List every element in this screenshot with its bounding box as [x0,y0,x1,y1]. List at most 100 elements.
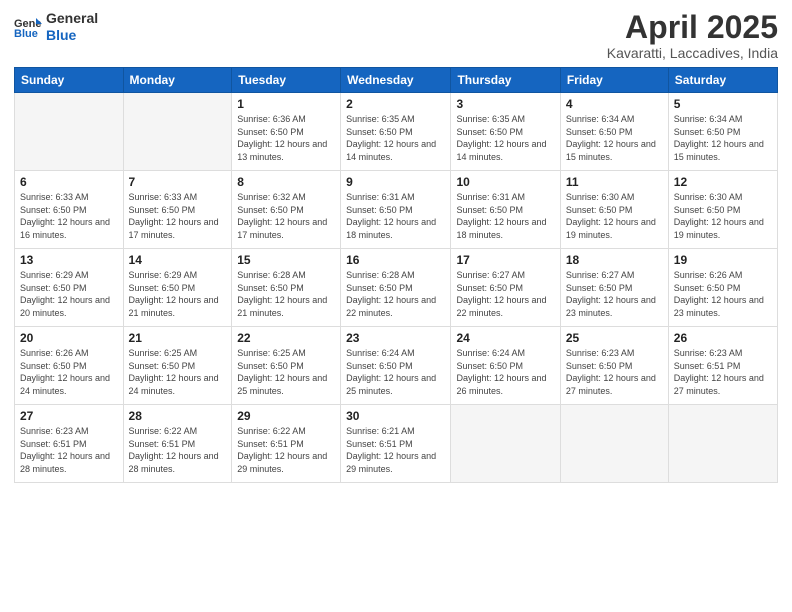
day-number: 22 [237,331,335,345]
day-number: 27 [20,409,118,423]
day-info: Sunrise: 6:24 AMSunset: 6:50 PMDaylight:… [456,347,554,397]
day-number: 29 [237,409,335,423]
day-info: Sunrise: 6:22 AMSunset: 6:51 PMDaylight:… [129,425,227,475]
calendar-cell: 11Sunrise: 6:30 AMSunset: 6:50 PMDayligh… [560,171,668,249]
calendar-title: April 2025 [607,10,778,45]
calendar-cell: 9 Sunrise: 6:31 AMSunset: 6:50 PMDaylight… [341,171,451,249]
calendar-cell [668,405,777,483]
day-info: Sunrise: 6:26 AMSunset: 6:50 PMDaylight:… [20,347,118,397]
calendar-cell: 10Sunrise: 6:31 AMSunset: 6:50 PMDayligh… [451,171,560,249]
day-number: 13 [20,253,118,267]
week-row-5: 27 Sunrise: 6:23 AMSunset: 6:51 PMDayligh… [15,405,778,483]
day-number: 30 [346,409,445,423]
day-info: Sunrise: 6:22 AMSunset: 6:51 PMDaylight:… [237,425,335,475]
day-number: 16 [346,253,445,267]
day-info: Sunrise: 6:23 AMSunset: 6:51 PMDaylight:… [674,347,772,397]
day-info: Sunrise: 6:32 AMSunset: 6:50 PMDaylight:… [237,191,335,241]
calendar-cell: 6 Sunrise: 6:33 AMSunset: 6:50 PMDaylight… [15,171,124,249]
calendar-cell: 3Sunrise: 6:35 AMSunset: 6:50 PMDaylight… [451,93,560,171]
calendar-cell: 12Sunrise: 6:30 AMSunset: 6:50 PMDayligh… [668,171,777,249]
day-info: Sunrise: 6:25 AMSunset: 6:50 PMDaylight:… [129,347,227,397]
page: General Blue General Blue April 2025 Kav… [0,0,792,612]
calendar-cell: 19 Sunrise: 6:26 AMSunset: 6:50 PMDayligh… [668,249,777,327]
weekday-header-sunday: Sunday [15,68,124,93]
calendar-cell: 1 Sunrise: 6:36 AMSunset: 6:50 PMDaylight… [232,93,341,171]
week-row-2: 6 Sunrise: 6:33 AMSunset: 6:50 PMDaylight… [15,171,778,249]
day-number: 15 [237,253,335,267]
weekday-header-monday: Monday [123,68,232,93]
day-number: 6 [20,175,118,189]
calendar-cell: 16 Sunrise: 6:28 AMSunset: 6:50 PMDayligh… [341,249,451,327]
calendar-location: Kavaratti, Laccadives, India [607,45,778,61]
calendar-cell: 17 Sunrise: 6:27 AMSunset: 6:50 PMDayligh… [451,249,560,327]
day-number: 23 [346,331,445,345]
week-row-3: 13 Sunrise: 6:29 AMSunset: 6:50 PMDayligh… [15,249,778,327]
day-number: 7 [129,175,227,189]
day-info: Sunrise: 6:35 AMSunset: 6:50 PMDaylight:… [456,113,554,163]
svg-text:Blue: Blue [14,28,38,38]
calendar-cell: 24Sunrise: 6:24 AMSunset: 6:50 PMDayligh… [451,327,560,405]
day-number: 9 [346,175,445,189]
day-info: Sunrise: 6:29 AMSunset: 6:50 PMDaylight:… [20,269,118,319]
day-number: 2 [346,97,445,111]
weekday-header-saturday: Saturday [668,68,777,93]
calendar-cell: 15 Sunrise: 6:28 AMSunset: 6:50 PMDayligh… [232,249,341,327]
day-info: Sunrise: 6:29 AMSunset: 6:50 PMDaylight:… [129,269,227,319]
day-info: Sunrise: 6:21 AMSunset: 6:51 PMDaylight:… [346,425,445,475]
day-info: Sunrise: 6:27 AMSunset: 6:50 PMDaylight:… [456,269,554,319]
day-number: 4 [566,97,663,111]
calendar-cell: 25 Sunrise: 6:23 AMSunset: 6:50 PMDayligh… [560,327,668,405]
calendar-cell: 30 Sunrise: 6:21 AMSunset: 6:51 PMDayligh… [341,405,451,483]
calendar-cell [123,93,232,171]
day-info: Sunrise: 6:25 AMSunset: 6:50 PMDaylight:… [237,347,335,397]
day-number: 1 [237,97,335,111]
day-number: 19 [674,253,772,267]
day-info: Sunrise: 6:23 AMSunset: 6:50 PMDaylight:… [566,347,663,397]
logo-blue-text: Blue [46,27,98,44]
week-row-4: 20 Sunrise: 6:26 AMSunset: 6:50 PMDayligh… [15,327,778,405]
day-info: Sunrise: 6:33 AMSunset: 6:50 PMDaylight:… [20,191,118,241]
day-number: 14 [129,253,227,267]
logo: General Blue General Blue [14,10,98,44]
day-info: Sunrise: 6:34 AMSunset: 6:50 PMDaylight:… [674,113,772,163]
calendar-table: SundayMondayTuesdayWednesdayThursdayFrid… [14,67,778,483]
calendar-cell: 4Sunrise: 6:34 AMSunset: 6:50 PMDaylight… [560,93,668,171]
logo-icon: General Blue [14,16,42,38]
day-number: 21 [129,331,227,345]
day-info: Sunrise: 6:28 AMSunset: 6:50 PMDaylight:… [237,269,335,319]
day-number: 20 [20,331,118,345]
calendar-cell: 20 Sunrise: 6:26 AMSunset: 6:50 PMDayligh… [15,327,124,405]
calendar-cell: 23 Sunrise: 6:24 AMSunset: 6:50 PMDayligh… [341,327,451,405]
day-info: Sunrise: 6:33 AMSunset: 6:50 PMDaylight:… [129,191,227,241]
day-info: Sunrise: 6:24 AMSunset: 6:50 PMDaylight:… [346,347,445,397]
logo-general-text: General [46,10,98,27]
day-number: 25 [566,331,663,345]
calendar-cell: 18Sunrise: 6:27 AMSunset: 6:50 PMDayligh… [560,249,668,327]
calendar-cell: 29 Sunrise: 6:22 AMSunset: 6:51 PMDayligh… [232,405,341,483]
header: General Blue General Blue April 2025 Kav… [14,10,778,61]
week-row-1: 1 Sunrise: 6:36 AMSunset: 6:50 PMDaylight… [15,93,778,171]
day-info: Sunrise: 6:31 AMSunset: 6:50 PMDaylight:… [346,191,445,241]
day-info: Sunrise: 6:35 AMSunset: 6:50 PMDaylight:… [346,113,445,163]
calendar-cell: 22 Sunrise: 6:25 AMSunset: 6:50 PMDayligh… [232,327,341,405]
day-number: 26 [674,331,772,345]
day-info: Sunrise: 6:26 AMSunset: 6:50 PMDaylight:… [674,269,772,319]
day-number: 11 [566,175,663,189]
calendar-cell [15,93,124,171]
calendar-cell [451,405,560,483]
weekday-header-thursday: Thursday [451,68,560,93]
calendar-cell [560,405,668,483]
day-number: 28 [129,409,227,423]
day-number: 10 [456,175,554,189]
day-info: Sunrise: 6:27 AMSunset: 6:50 PMDaylight:… [566,269,663,319]
weekday-header-row: SundayMondayTuesdayWednesdayThursdayFrid… [15,68,778,93]
calendar-cell: 7 Sunrise: 6:33 AMSunset: 6:50 PMDaylight… [123,171,232,249]
day-info: Sunrise: 6:36 AMSunset: 6:50 PMDaylight:… [237,113,335,163]
calendar-cell: 13 Sunrise: 6:29 AMSunset: 6:50 PMDayligh… [15,249,124,327]
day-number: 17 [456,253,554,267]
title-block: April 2025 Kavaratti, Laccadives, India [607,10,778,61]
day-info: Sunrise: 6:28 AMSunset: 6:50 PMDaylight:… [346,269,445,319]
day-info: Sunrise: 6:23 AMSunset: 6:51 PMDaylight:… [20,425,118,475]
calendar-cell: 26 Sunrise: 6:23 AMSunset: 6:51 PMDayligh… [668,327,777,405]
calendar-cell: 28 Sunrise: 6:22 AMSunset: 6:51 PMDayligh… [123,405,232,483]
